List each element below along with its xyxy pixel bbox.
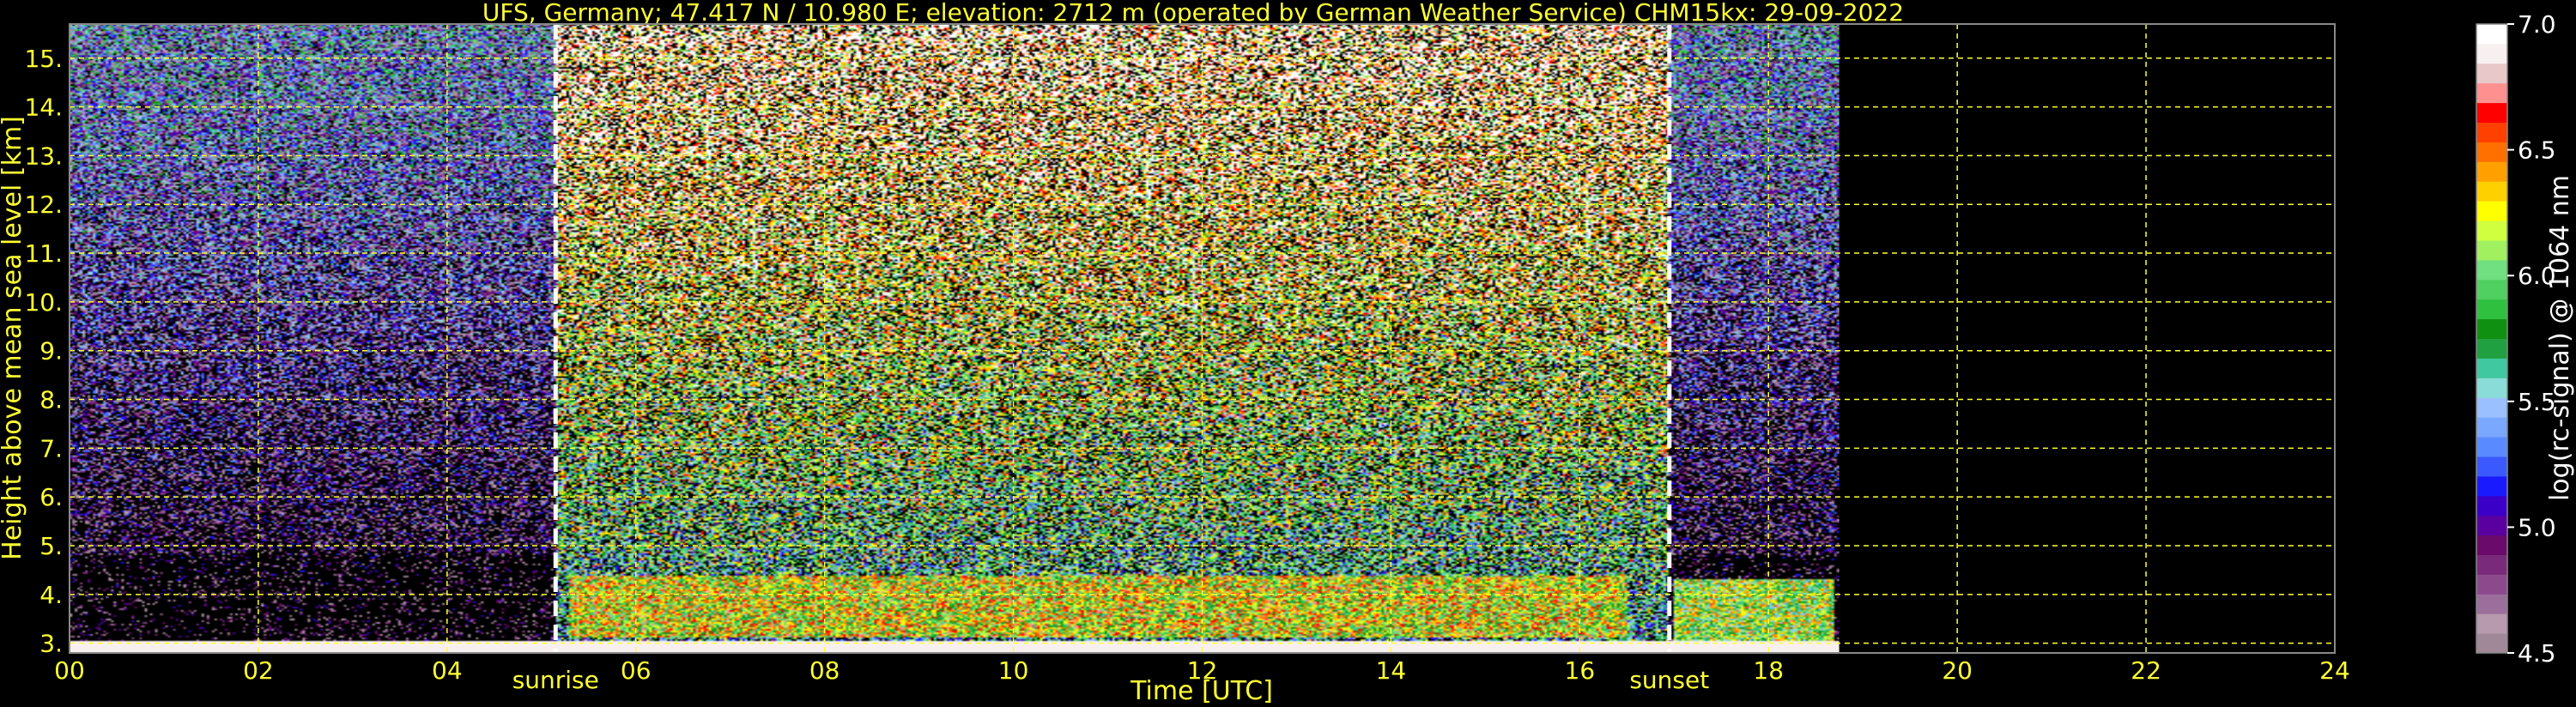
sunset-label: sunset	[1629, 666, 1709, 694]
x-tick-label: 08	[809, 656, 840, 685]
y-tick-label: 13.	[24, 142, 63, 170]
colorbar-segment	[2476, 201, 2507, 221]
colorbar-segment	[2476, 495, 2507, 517]
colorbar-segment	[2476, 417, 2507, 438]
colorbar-tick-label: 5.0	[2518, 513, 2556, 541]
colorbar-segment	[2476, 633, 2507, 654]
sunrise-label: sunrise	[512, 666, 599, 694]
x-tick-label: 02	[243, 656, 274, 685]
y-tick-label: 10.	[24, 288, 63, 317]
colorbar-segment	[2476, 358, 2507, 378]
x-tick-label: 14	[1376, 656, 1407, 685]
colorbar-segment	[2476, 82, 2507, 104]
colorbar-segment	[2476, 239, 2507, 261]
y-tick-label: 15.	[24, 45, 63, 73]
colorbar-segment	[2476, 24, 2507, 45]
colorbar-tick-label: 4.5	[2518, 639, 2556, 668]
x-tick-label: 04	[432, 656, 463, 685]
colorbar-segment	[2476, 574, 2507, 595]
backscatter-heatmap	[70, 24, 1840, 653]
x-tick-label: 22	[2131, 656, 2161, 685]
colorbar-segment	[2476, 554, 2507, 575]
y-tick-label: 9.	[39, 337, 63, 366]
colorbar-segment	[2476, 338, 2507, 359]
x-tick-label: 00	[54, 656, 85, 685]
colorbar-segment	[2476, 299, 2507, 320]
x-axis-label: Time [UTC]	[1130, 676, 1273, 706]
colorbar-segment	[2476, 515, 2507, 536]
colorbar-segment	[2476, 378, 2507, 398]
colorbar-segment	[2476, 594, 2507, 614]
x-tick-label: 18	[1753, 656, 1784, 685]
y-tick-label: 6.	[39, 483, 63, 511]
colorbar-segment	[2476, 535, 2507, 555]
colorbar-segment	[2476, 279, 2507, 300]
colorbar-segment	[2476, 102, 2507, 124]
x-tick-label: 16	[1565, 656, 1596, 685]
colorbar-segment	[2476, 43, 2507, 64]
y-tick-label: 12.	[24, 190, 63, 219]
x-tick-label: 24	[2319, 656, 2350, 685]
colorbar-segment	[2476, 613, 2507, 634]
colorbar-segment	[2476, 181, 2507, 202]
y-axis-label: Height above mean sea level [km]	[0, 116, 27, 560]
colorbar-tick-label: 6.5	[2518, 136, 2556, 165]
x-tick-label: 20	[1942, 656, 1973, 685]
ceilometer-chart: UFS, Germany; 47.417 N / 10.980 E; eleva…	[0, 0, 2576, 707]
x-tick-label: 06	[621, 656, 652, 685]
x-tick-label: 10	[998, 656, 1029, 685]
y-tick-label: 3.	[39, 630, 63, 658]
colorbar-segment	[2476, 161, 2507, 182]
colorbar-label: log(rc-signal) @ 1064 nm	[2545, 175, 2575, 501]
no-data-region	[1839, 24, 2335, 653]
colorbar-segment	[2476, 63, 2507, 84]
y-tick-label: 8.	[39, 386, 63, 414]
colorbar-segment	[2476, 456, 2507, 477]
y-tick-label: 4.	[39, 581, 63, 609]
colorbar-segment	[2476, 437, 2507, 457]
colorbar-segment	[2476, 221, 2507, 241]
colorbar-segment	[2476, 259, 2507, 281]
colorbar-segment	[2476, 475, 2507, 497]
colorbar-segment	[2476, 318, 2507, 339]
plot-area: sunrise sunset	[69, 23, 2336, 694]
colorbar-tick-label: 7.0	[2518, 10, 2556, 39]
colorbar-segment	[2476, 142, 2507, 162]
colorbar-segment	[2476, 397, 2507, 418]
colorbar-segment	[2476, 122, 2507, 142]
y-tick-label: 14.	[24, 94, 63, 122]
y-tick-label: 11.	[24, 239, 63, 268]
y-tick-label: 5.	[39, 532, 63, 560]
chart-title: UFS, Germany; 47.417 N / 10.980 E; eleva…	[482, 0, 1904, 27]
y-tick-label: 7.	[39, 434, 63, 462]
